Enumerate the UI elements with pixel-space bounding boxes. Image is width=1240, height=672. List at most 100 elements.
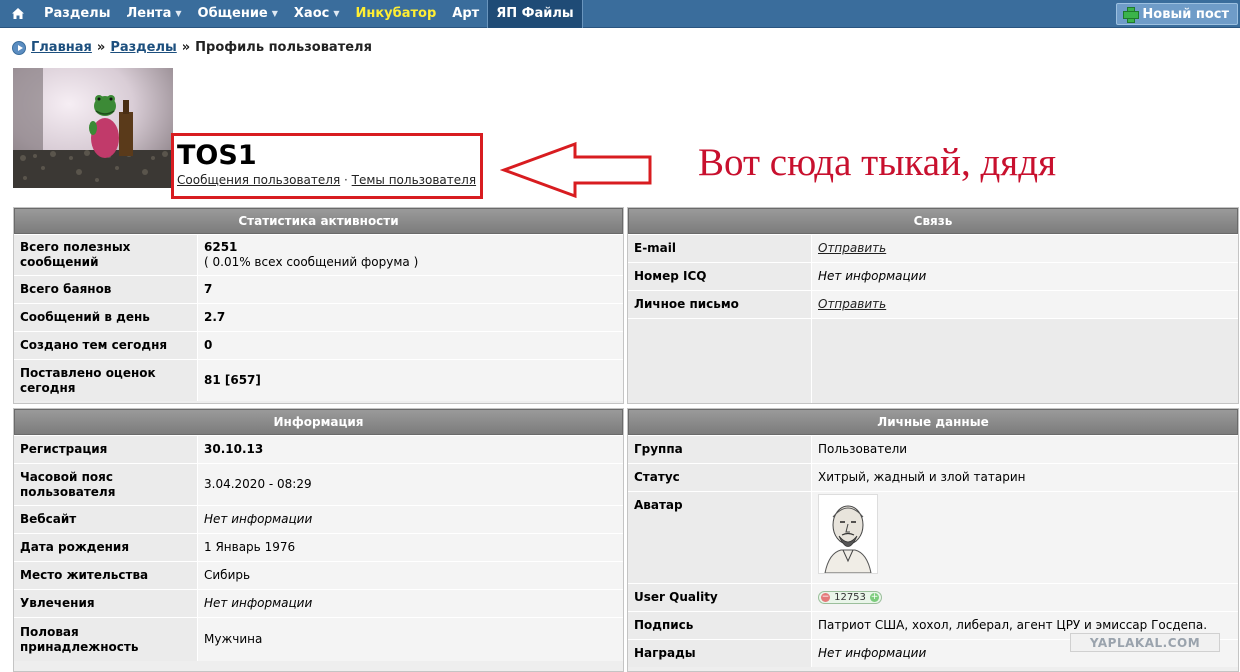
- contact-row: Номер ICQ Нет информации: [628, 262, 1238, 290]
- info-row: Увлечения Нет информации: [14, 589, 623, 617]
- nav-label: Лента: [126, 6, 172, 21]
- top-navbar: Разделы Лента ▼ Общение ▼ Хаос ▼ Инкубатор …: [0, 0, 1240, 28]
- row-label: Номер ICQ: [628, 263, 812, 290]
- row-label: Вебсайт: [14, 506, 198, 533]
- row-value: Отправить: [812, 235, 1238, 262]
- value-subtext: ( 0.01% всех сообщений форума ): [204, 255, 419, 269]
- row-value: [812, 492, 1238, 583]
- nav-item-inkubator[interactable]: Инкубатор: [348, 0, 445, 28]
- stats-panel: Статистика активности Всего полезных соо…: [13, 207, 624, 404]
- info-panel: Информация Регистрация 30.10.13 Часовой …: [13, 408, 624, 672]
- annotation-arrow-icon: [499, 140, 660, 204]
- row-value: 0: [198, 332, 623, 359]
- info-row: Вебсайт Нет информации: [14, 505, 623, 533]
- contact-panel: Связь E-mail Отправить Номер ICQ Нет инф…: [627, 207, 1239, 404]
- empty-label-cell: [628, 319, 812, 403]
- user-quality-value: 12753: [834, 592, 866, 603]
- stats-row: Создано тем сегодня 0: [14, 331, 623, 359]
- user-quality-badge: − 12753 +: [818, 591, 882, 604]
- row-value: Сибирь: [198, 562, 623, 589]
- private-message-link[interactable]: Отправить: [818, 297, 1232, 312]
- stats-row: Сообщений в день 2.7: [14, 303, 623, 331]
- row-label: Половая принадлежность: [14, 618, 198, 661]
- row-label: Сообщений в день: [14, 304, 198, 331]
- row-label: Регистрация: [14, 436, 198, 463]
- breadcrumb-current: Профиль пользователя: [195, 40, 372, 55]
- row-label: Группа: [628, 436, 812, 463]
- personal-row: Аватар: [628, 491, 1238, 583]
- row-value: 30.10.13: [198, 436, 623, 463]
- nav-label: Инкубатор: [355, 6, 437, 21]
- empty-value-cell: [812, 319, 1238, 403]
- personal-row: Группа Пользователи: [628, 435, 1238, 463]
- stats-row: Всего баянов 7: [14, 275, 623, 303]
- nav-item-yap-files[interactable]: ЯП Файлы: [487, 0, 583, 28]
- info-row: Часовой пояс пользователя 3.04.2020 - 08…: [14, 463, 623, 505]
- row-label: Место жительства: [14, 562, 198, 589]
- row-label: Всего полезных сообщений: [14, 235, 198, 275]
- stats-row: Поставлено оценок сегодня 81 [657]: [14, 359, 623, 401]
- panel-title: Статистика активности: [14, 208, 623, 234]
- chevron-down-icon: ▼: [333, 9, 340, 18]
- new-post-label: Новый пост: [1142, 6, 1229, 22]
- row-value: Нет информации: [812, 263, 1238, 290]
- minus-icon[interactable]: −: [821, 593, 830, 602]
- row-value: 81 [657]: [198, 360, 623, 401]
- nav-item-art[interactable]: Арт: [444, 0, 487, 28]
- contact-row: E-mail Отправить: [628, 234, 1238, 262]
- annotation-highlight-box: [171, 133, 483, 199]
- row-value: 2.7: [198, 304, 623, 331]
- chevron-down-icon: ▼: [271, 9, 278, 18]
- nav-label: Хаос: [293, 6, 330, 21]
- panel-title: Информация: [14, 409, 623, 435]
- row-value: − 12753 +: [812, 584, 1238, 611]
- chevron-down-icon: ▼: [175, 9, 182, 18]
- home-icon[interactable]: [0, 0, 36, 28]
- row-value: 1 Январь 1976: [198, 534, 623, 561]
- new-post-button[interactable]: Новый пост: [1116, 3, 1238, 25]
- breadcrumb-sections-link[interactable]: Разделы: [110, 40, 176, 55]
- row-label: E-mail: [628, 235, 812, 262]
- row-value: Нет информации: [198, 506, 623, 533]
- panel-title: Личные данные: [628, 409, 1238, 435]
- nav-item-khaos[interactable]: Хаос ▼: [286, 0, 348, 28]
- arrow-circle-icon: [12, 40, 26, 55]
- row-label: Поставлено оценок сегодня: [14, 360, 198, 401]
- breadcrumb-home-link[interactable]: Главная: [31, 40, 92, 55]
- nav-label: Разделы: [44, 6, 111, 21]
- site-watermark: YAPLAKAL.COM: [1070, 633, 1220, 652]
- nav-item-lenta[interactable]: Лента ▼: [118, 0, 189, 28]
- row-label: Всего баянов: [14, 276, 198, 303]
- row-value: Отправить: [812, 291, 1238, 318]
- email-send-link[interactable]: Отправить: [818, 241, 1232, 256]
- value-text: 6251: [204, 240, 238, 254]
- profile-photo: [13, 68, 173, 188]
- row-value: 6251 ( 0.01% всех сообщений форума ): [198, 235, 623, 275]
- info-row: Дата рождения 1 Январь 1976: [14, 533, 623, 561]
- nav-label: ЯП Файлы: [496, 6, 574, 21]
- row-label: Часовой пояс пользователя: [14, 464, 198, 505]
- annotation-text: Вот сюда тыкай, дядя: [698, 141, 1057, 184]
- row-value: Мужчина: [198, 618, 623, 661]
- row-label: Награды: [628, 640, 812, 667]
- nav-label: Арт: [452, 6, 480, 21]
- row-label: Аватар: [628, 492, 812, 583]
- stats-row: Всего полезных сообщений 6251 ( 0.01% вс…: [14, 234, 623, 275]
- nav-item-obshchenie[interactable]: Общение ▼: [190, 0, 286, 28]
- plus-icon[interactable]: +: [870, 593, 879, 602]
- row-label: Личное письмо: [628, 291, 812, 318]
- row-label: Статус: [628, 464, 812, 491]
- contact-row: Личное письмо Отправить: [628, 290, 1238, 318]
- row-label: Создано тем сегодня: [14, 332, 198, 359]
- breadcrumb-separator: »: [181, 40, 191, 55]
- row-value: 7: [198, 276, 623, 303]
- row-value: Нет информации: [198, 590, 623, 617]
- row-label: Увлечения: [14, 590, 198, 617]
- nav-item-razdely[interactable]: Разделы: [36, 0, 118, 28]
- breadcrumb-separator: »: [96, 40, 106, 55]
- row-value: Пользователи: [812, 436, 1238, 463]
- plus-icon: [1123, 7, 1140, 23]
- row-label: Подпись: [628, 612, 812, 639]
- breadcrumb: Главная » Разделы » Профиль пользователя: [12, 40, 372, 55]
- row-label: User Quality: [628, 584, 812, 611]
